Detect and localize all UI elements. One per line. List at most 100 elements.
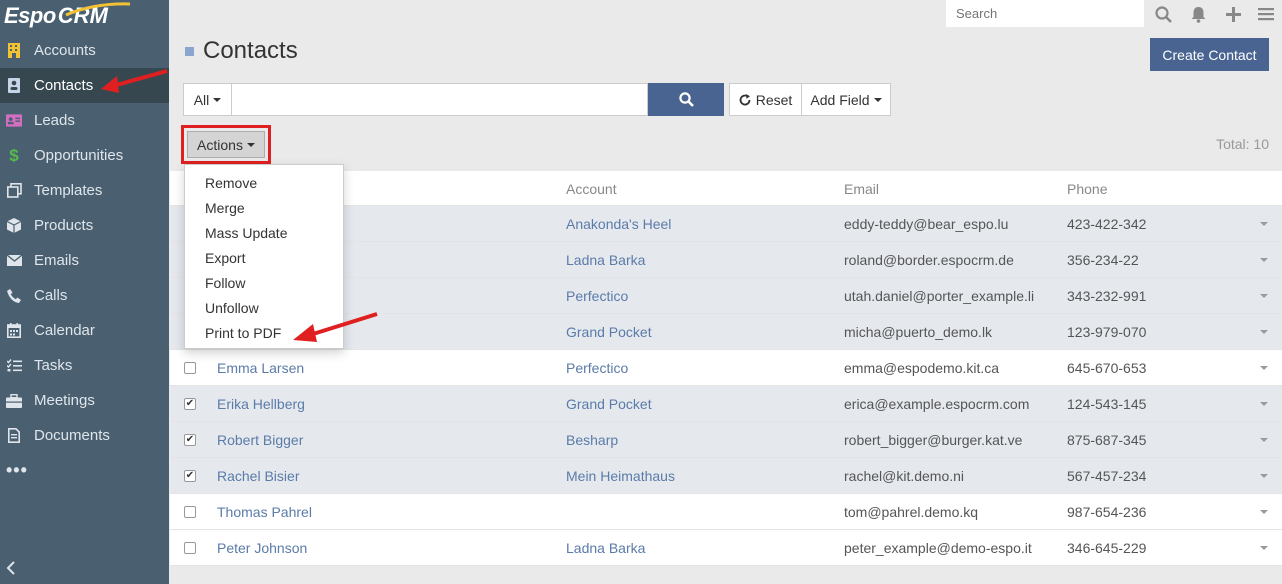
email-cell[interactable]: peter_example@demo-espo.it <box>844 540 1032 556</box>
contact-name-link[interactable]: Emma Larsen <box>217 360 304 376</box>
plus-icon[interactable] <box>1223 4 1243 24</box>
phone-cell: 875-687-345 <box>1067 432 1147 448</box>
account-link[interactable]: Grand Pocket <box>566 396 652 412</box>
espocrm-logo[interactable]: Espo CRM <box>4 2 131 29</box>
row-checkbox[interactable] <box>184 542 196 554</box>
sidebar-item-emails[interactable]: Emails <box>0 243 169 278</box>
contact-name-link[interactable]: Robert Bigger <box>217 432 303 448</box>
reset-button[interactable]: Reset <box>729 83 802 116</box>
global-search-input[interactable] <box>946 0 1144 27</box>
phone-cell: 423-422-342 <box>1067 216 1147 232</box>
email-cell[interactable]: roland@border.espocrm.de <box>844 252 1014 268</box>
menu-item-print-to-pdf[interactable]: Print to PDF <box>185 320 343 345</box>
sidebar-collapse-icon[interactable] <box>6 561 16 578</box>
sidebar-item-leads[interactable]: Leads <box>0 103 169 138</box>
create-contact-button[interactable]: Create Contact <box>1150 38 1269 71</box>
sidebar-item-label: Opportunities <box>34 147 124 164</box>
actions-dropdown-button[interactable]: Actions <box>187 131 265 158</box>
actions-label: Actions <box>197 136 243 153</box>
account-link[interactable]: Anakonda's Heel <box>566 216 671 232</box>
account-link[interactable]: Grand Pocket <box>566 324 652 340</box>
logo-swoosh-icon <box>65 2 131 17</box>
menu-item-merge[interactable]: Merge <box>185 195 343 220</box>
email-cell[interactable]: rachel@kit.demo.ni <box>844 468 964 484</box>
column-header-phone[interactable]: Phone <box>1067 181 1107 197</box>
menu-item-export[interactable]: Export <box>185 245 343 270</box>
sidebar-item-products[interactable]: Products <box>0 208 169 243</box>
account-link[interactable]: Besharp <box>566 432 618 448</box>
sidebar-item-calls[interactable]: Calls <box>0 278 169 313</box>
menu-item-remove[interactable]: Remove <box>185 170 343 195</box>
add-field-dropdown[interactable]: Add Field <box>801 83 891 116</box>
email-cell[interactable]: tom@pahrel.demo.kq <box>844 504 978 520</box>
caret-down-icon <box>873 97 882 102</box>
table-row: Peter Johnson Ladna Barka peter_example@de… <box>170 530 1282 566</box>
sidebar-item-label: Tasks <box>34 357 73 374</box>
row-actions-caret-icon[interactable] <box>1260 258 1268 262</box>
column-header-email[interactable]: Email <box>844 181 879 197</box>
phone-cell: 343-232-991 <box>1067 288 1147 304</box>
sidebar-item-templates[interactable]: Templates <box>0 173 169 208</box>
sidebar-item-meetings[interactable]: Meetings <box>0 383 169 418</box>
sidebar-item-label: Accounts <box>34 42 96 59</box>
contact-name-link[interactable]: Thomas Pahrel <box>217 504 312 520</box>
sidebar-item-opportunities[interactable]: $ Opportunities <box>0 138 169 173</box>
email-cell[interactable]: erica@example.espocrm.com <box>844 396 1029 412</box>
page-title: Contacts <box>203 37 298 64</box>
row-actions-caret-icon[interactable] <box>1260 510 1268 514</box>
row-actions-caret-icon[interactable] <box>1260 546 1268 550</box>
column-header-account[interactable]: Account <box>566 181 617 197</box>
sidebar-more-button[interactable]: ••• <box>0 453 169 488</box>
sidebar-item-label: Leads <box>34 112 75 129</box>
bell-icon[interactable] <box>1188 4 1208 24</box>
row-checkbox[interactable]: ✔ <box>184 434 196 446</box>
row-actions-caret-icon[interactable] <box>1260 222 1268 226</box>
sidebar-item-documents[interactable]: Documents <box>0 418 169 453</box>
building-icon <box>6 43 22 59</box>
id-card-icon <box>6 113 22 129</box>
sidebar-item-label: Calls <box>34 287 68 304</box>
menu-item-follow[interactable]: Follow <box>185 270 343 295</box>
row-actions-caret-icon[interactable] <box>1260 438 1268 442</box>
search-button[interactable] <box>648 83 724 116</box>
menu-item-unfollow[interactable]: Unfollow <box>185 295 343 320</box>
calendar-icon <box>6 323 22 339</box>
row-actions-caret-icon[interactable] <box>1260 294 1268 298</box>
sidebar-item-label: Documents <box>34 427 110 444</box>
row-checkbox[interactable]: ✔ <box>184 398 196 410</box>
account-link[interactable]: Perfectico <box>566 288 628 304</box>
contact-name-link[interactable]: Erika Hellberg <box>217 396 305 412</box>
sidebar-item-tasks[interactable]: Tasks <box>0 348 169 383</box>
account-link[interactable]: Ladna Barka <box>566 252 645 268</box>
contact-name-link[interactable]: Peter Johnson <box>217 540 307 556</box>
row-actions-caret-icon[interactable] <box>1260 402 1268 406</box>
search-icon <box>678 92 694 107</box>
row-checkbox[interactable] <box>184 506 196 518</box>
search-icon[interactable] <box>1153 4 1173 24</box>
account-link[interactable]: Mein Heimathaus <box>566 468 675 484</box>
row-actions-caret-icon[interactable] <box>1260 366 1268 370</box>
sidebar-item-accounts[interactable]: Accounts <box>0 33 169 68</box>
account-link[interactable]: Perfectico <box>566 360 628 376</box>
sidebar-item-contacts[interactable]: Contacts <box>0 68 169 103</box>
email-cell[interactable]: micha@puerto_demo.lk <box>844 324 992 340</box>
menu-icon[interactable] <box>1256 4 1276 24</box>
contact-name-link[interactable]: Rachel Bisier <box>217 468 299 484</box>
actions-menu: Remove Merge Mass Update Export Follow U… <box>184 164 344 349</box>
add-field-label: Add Field <box>810 91 870 108</box>
text-filter-input[interactable] <box>232 83 648 116</box>
account-link[interactable]: Ladna Barka <box>566 540 645 556</box>
email-cell[interactable]: eddy-teddy@bear_espo.lu <box>844 216 1008 232</box>
email-cell[interactable]: robert_bigger@burger.kat.ve <box>844 432 1022 448</box>
row-actions-caret-icon[interactable] <box>1260 474 1268 478</box>
email-cell[interactable]: utah.daniel@porter_example.li <box>844 288 1034 304</box>
phone-cell: 567-457-234 <box>1067 468 1147 484</box>
row-checkbox[interactable] <box>184 362 196 374</box>
filter-all-dropdown[interactable]: All <box>183 83 232 116</box>
menu-item-mass-update[interactable]: Mass Update <box>185 220 343 245</box>
row-actions-caret-icon[interactable] <box>1260 330 1268 334</box>
logo-espo: Espo <box>4 3 56 28</box>
email-cell[interactable]: emma@espodemo.kit.ca <box>844 360 999 376</box>
row-checkbox[interactable]: ✔ <box>184 470 196 482</box>
sidebar-item-calendar[interactable]: Calendar <box>0 313 169 348</box>
